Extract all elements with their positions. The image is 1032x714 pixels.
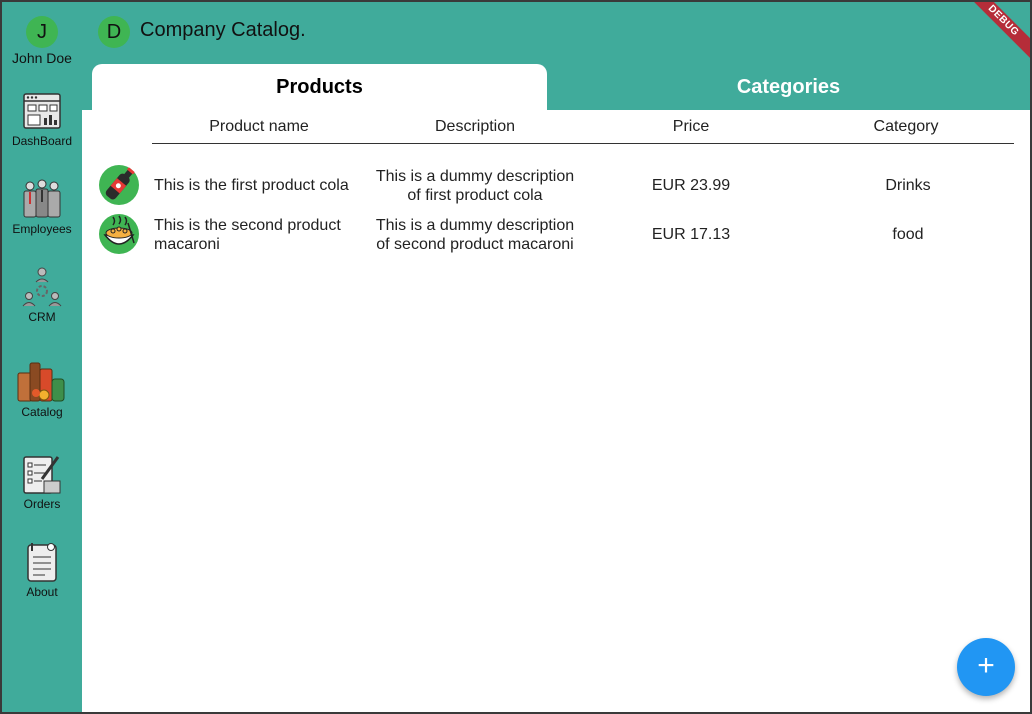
add-product-button[interactable]: + [957, 638, 1015, 696]
sidebar-item-label: Employees [12, 222, 72, 236]
product-name: This is the first product cola [154, 177, 349, 194]
sidebar: J John Doe DashBoard Employees CRM Catal… [2, 2, 82, 712]
catalog-icon [17, 362, 65, 402]
table-row[interactable]: This is the first product cola This is a… [82, 164, 1030, 210]
sidebar-item-label: CRM [28, 310, 56, 324]
macaroni-bowl-icon [99, 214, 139, 254]
app-window: J John Doe DashBoard Employees CRM Catal… [2, 2, 1030, 712]
sidebar-item-label: DashBoard [11, 134, 73, 148]
sidebar-item-employees[interactable]: Employees [2, 178, 82, 236]
sidebar-item-label: About [26, 585, 58, 599]
tab-categories[interactable]: Categories [547, 64, 1030, 110]
sidebar-item-label: Catalog [21, 405, 63, 419]
tab-products[interactable]: Products [92, 64, 547, 110]
sidebar-item-about[interactable]: About [2, 541, 82, 599]
page-title: Company Catalog. [140, 19, 306, 41]
dashboard-icon [23, 93, 61, 129]
sidebar-item-label: Orders [23, 497, 61, 511]
product-description: This is a dummy description of first pro… [368, 167, 582, 205]
description-line: of second product macaroni [376, 236, 574, 253]
sidebar-item-crm[interactable]: CRM [2, 266, 82, 324]
column-header-product-name: Product name [209, 118, 309, 135]
table-header: Product name Description Price Category [152, 118, 1014, 144]
app-bar: D Company Catalog. [82, 2, 1030, 64]
product-price: EUR 17.13 [651, 226, 731, 243]
sidebar-item-orders[interactable]: Orders [2, 453, 82, 511]
product-name-line: This is the second product [154, 217, 341, 234]
product-category: food [892, 226, 924, 243]
product-name: This is the second product macaroni [154, 216, 341, 254]
user-name: John Doe [12, 50, 72, 66]
cola-bottle-icon [99, 165, 139, 205]
column-header-description: Description [434, 118, 516, 135]
column-header-price: Price [672, 118, 710, 135]
product-description: This is a dummy description of second pr… [368, 216, 582, 254]
crm-icon [22, 267, 62, 307]
description-line: of first product cola [407, 187, 543, 204]
column-header-category: Category [873, 118, 939, 135]
product-name-line: macaroni [154, 236, 220, 253]
product-category: Drinks [885, 177, 931, 194]
avatar: J [26, 16, 58, 48]
orders-icon [23, 456, 61, 494]
plus-icon: + [977, 649, 995, 682]
user-profile[interactable]: J John Doe [2, 16, 82, 66]
avatar: D [98, 16, 130, 48]
table-row[interactable]: This is the second product macaroni This… [82, 213, 1030, 259]
tab-bar: Products Categories [92, 64, 1030, 110]
products-panel: Product name Description Price Category … [82, 110, 1030, 712]
about-icon [27, 543, 57, 582]
sidebar-item-dashboard[interactable]: DashBoard [2, 90, 82, 148]
description-line: This is a dummy description [375, 217, 575, 234]
product-price: EUR 23.99 [651, 177, 731, 194]
sidebar-item-catalog[interactable]: Catalog [2, 357, 82, 419]
description-line: This is a dummy description [375, 168, 575, 185]
employees-icon [23, 179, 61, 218]
